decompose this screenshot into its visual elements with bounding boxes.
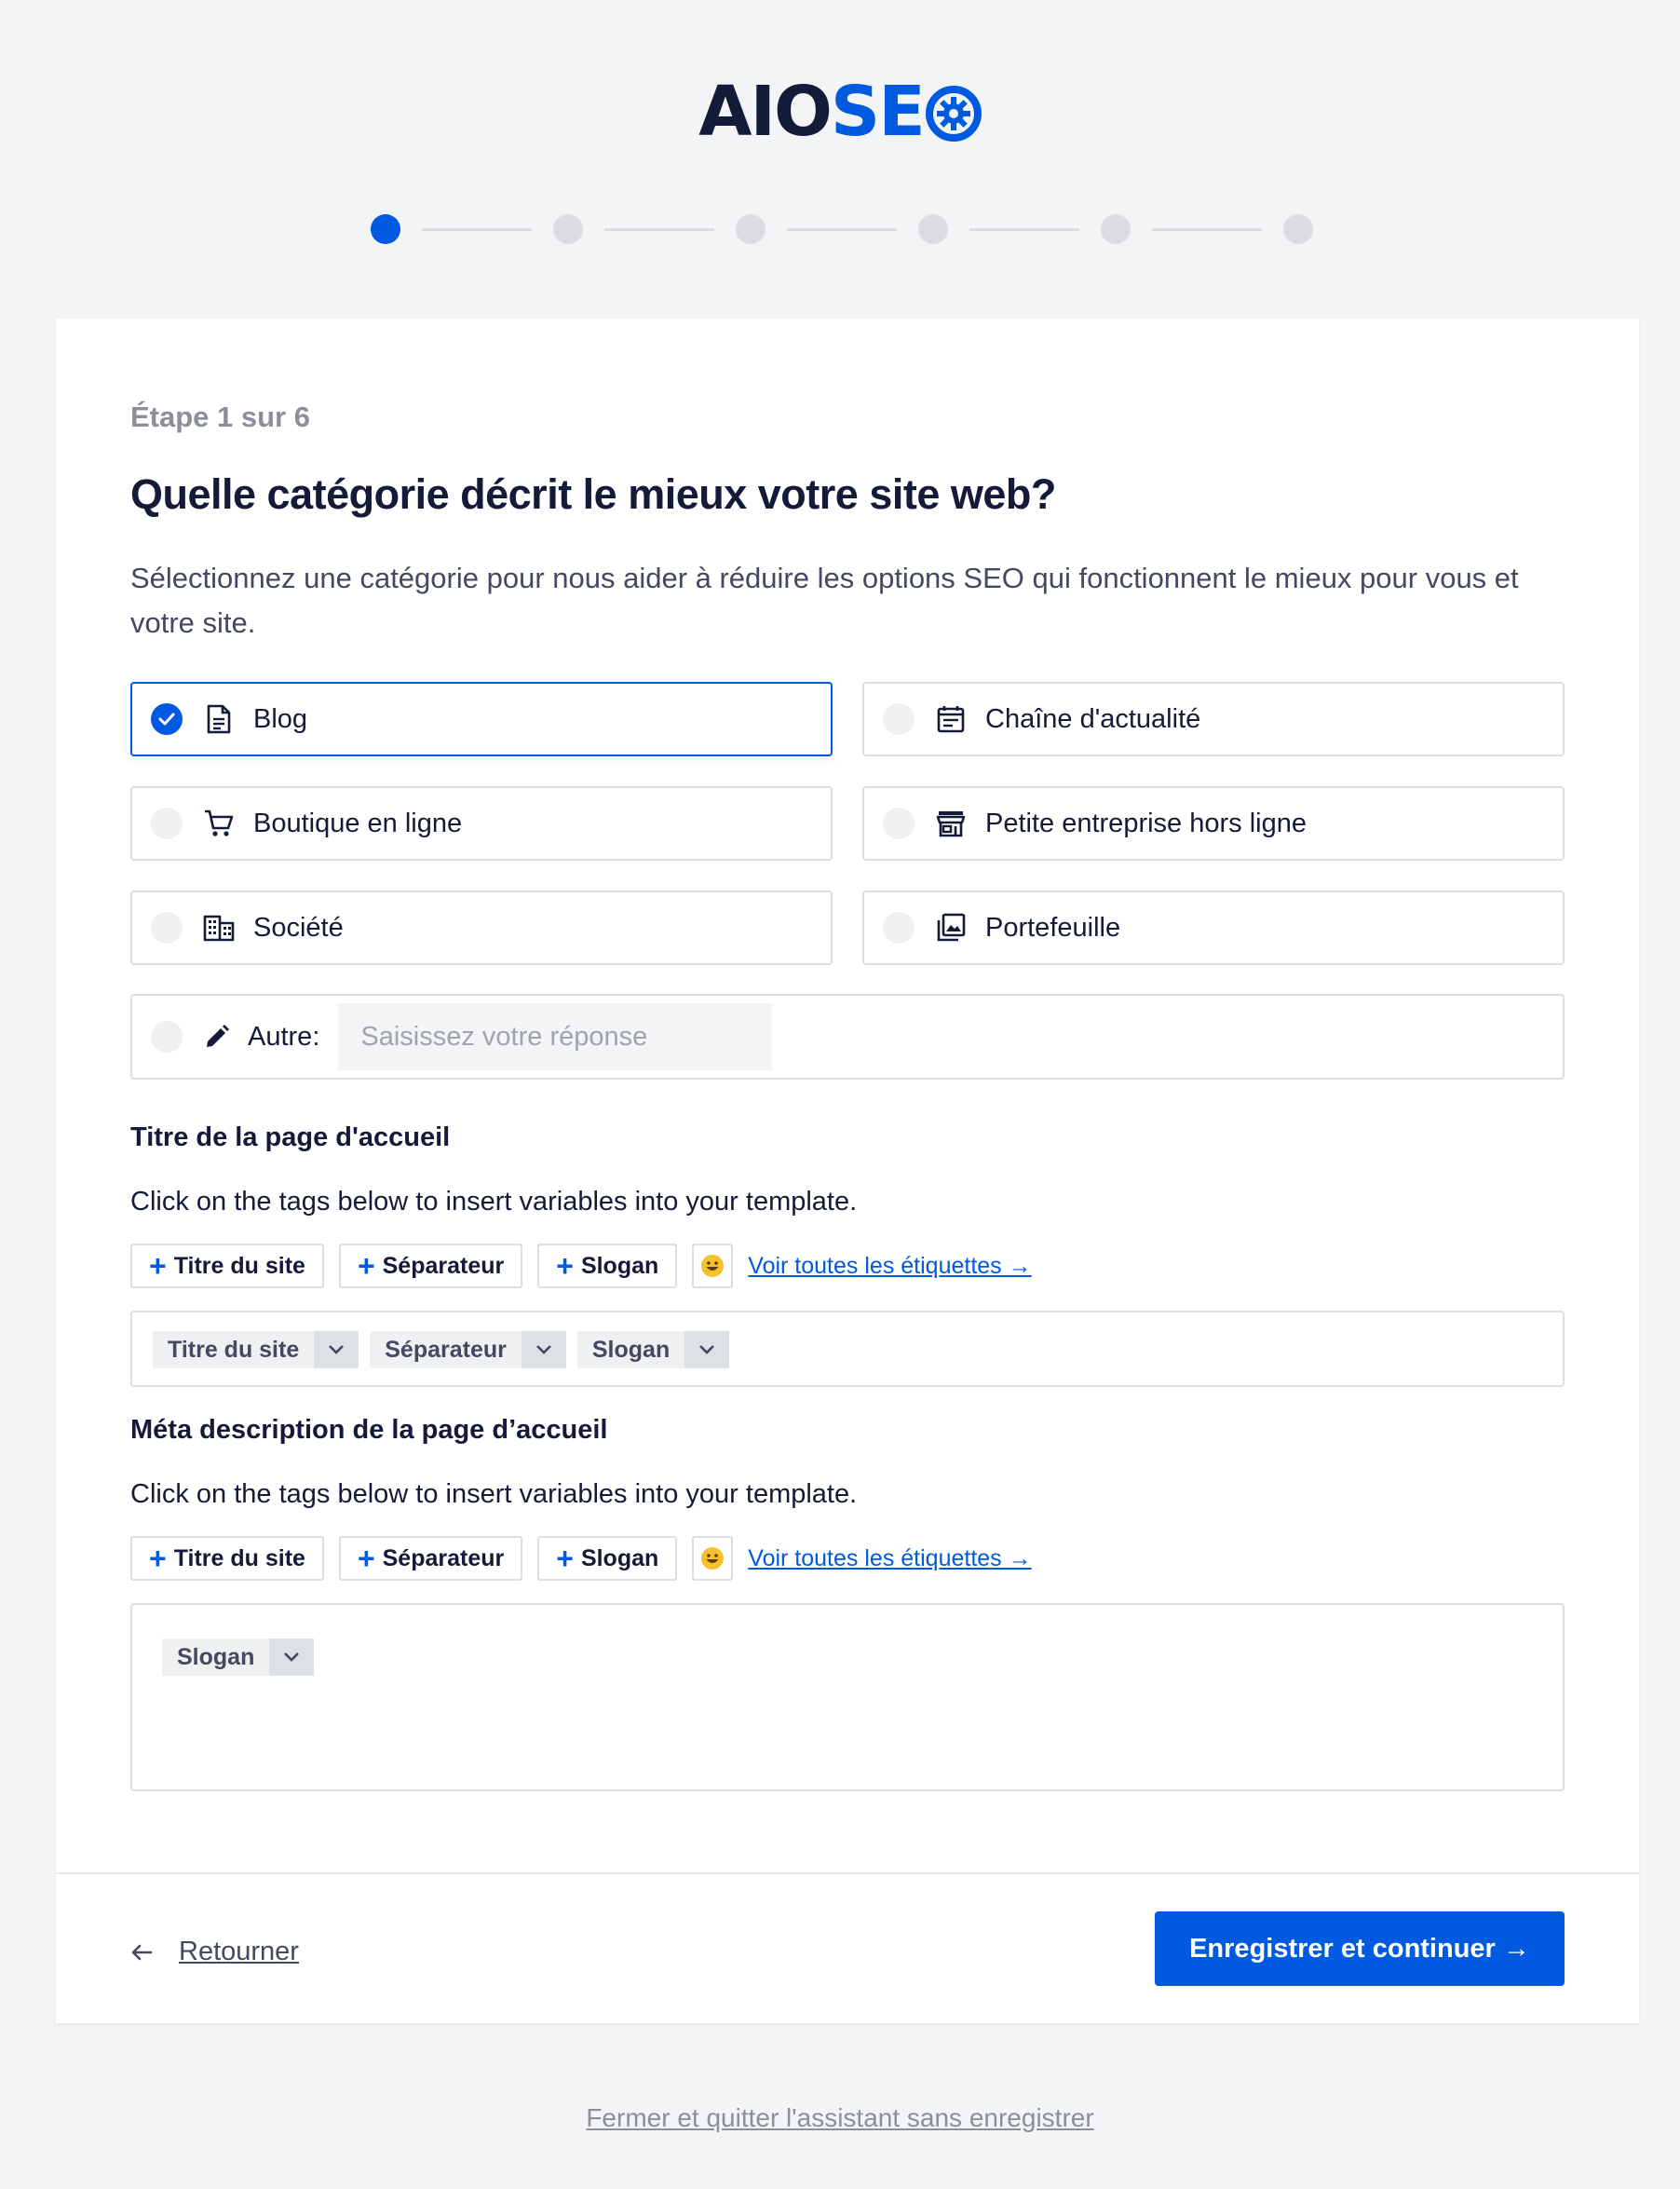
step-dot-3 — [736, 214, 765, 244]
category-option-company[interactable]: Société — [130, 891, 833, 965]
add-tag-separator-button[interactable]: + Séparateur — [338, 1536, 523, 1581]
check-icon — [158, 713, 175, 726]
newspaper-icon — [935, 703, 967, 735]
plus-icon: + — [556, 1249, 574, 1283]
back-label[interactable]: Retourner — [179, 1937, 299, 1967]
category-option-small-business[interactable]: Petite entreprise hors ligne — [862, 786, 1565, 861]
radio-unchecked[interactable] — [883, 808, 915, 839]
wizard-card: Étape 1 sur 6 Quelle catégorie décrit le… — [56, 319, 1639, 2023]
category-option-shop[interactable]: Boutique en ligne — [130, 786, 833, 861]
add-tag-tagline-button[interactable]: + Slogan — [537, 1244, 678, 1288]
logo-gear-icon — [925, 86, 982, 142]
save-and-continue-button[interactable]: Enregistrer et continuer → — [1155, 1911, 1565, 1986]
category-label: Chaîne d'actualité — [985, 703, 1201, 734]
homepage-title-tag-buttons: + Titre du site + Séparateur + Slogan Voir … — [130, 1244, 1032, 1288]
tag-chip-tagline[interactable]: Slogan — [162, 1638, 315, 1676]
category-label: Portefeuille — [985, 912, 1121, 943]
step-label: Étape 1 sur 6 — [130, 401, 310, 433]
add-tag-site-title-button[interactable]: + Titre du site — [130, 1244, 324, 1288]
step-progress — [371, 214, 1313, 244]
tag-chip-site-title[interactable]: Titre du site — [153, 1331, 359, 1368]
smiley-icon — [701, 1547, 725, 1570]
category-option-portfolio[interactable]: Portefeuille — [862, 891, 1565, 965]
radio-unchecked[interactable] — [151, 912, 183, 944]
aioseo-logo: AIO SE — [0, 75, 1680, 149]
cart-icon — [203, 808, 235, 839]
step-connector — [1152, 227, 1262, 231]
category-label: Société — [253, 912, 344, 943]
arrow-left-icon — [131, 1944, 153, 1960]
chevron-down-icon[interactable] — [684, 1331, 730, 1368]
plus-icon: + — [357, 1249, 375, 1283]
chevron-down-icon[interactable] — [314, 1331, 359, 1368]
gallery-icon — [935, 912, 967, 944]
category-option-blog[interactable]: Blog — [130, 682, 833, 756]
homepage-meta-tag-buttons: + Titre du site + Séparateur + Slogan Voir … — [130, 1536, 1032, 1581]
step-dot-6 — [1283, 214, 1313, 244]
step-dot-5 — [1101, 214, 1131, 244]
step-dot-1 — [371, 214, 400, 244]
page-title: Quelle catégorie décrit le mieux votre s… — [130, 470, 1056, 518]
pencil-icon — [201, 1021, 233, 1053]
step-connector — [787, 227, 897, 231]
add-tag-tagline-button[interactable]: + Slogan — [537, 1536, 678, 1581]
homepage-title-hint: Click on the tags below to insert variab… — [130, 1187, 858, 1217]
chevron-down-icon[interactable] — [521, 1331, 566, 1368]
radio-unchecked[interactable] — [151, 808, 183, 839]
radio-unchecked[interactable] — [151, 1021, 183, 1053]
step-connector — [604, 227, 714, 231]
emoji-picker-button[interactable] — [692, 1244, 734, 1288]
plus-icon: + — [556, 1542, 574, 1575]
tag-chip-separator[interactable]: Séparateur — [370, 1331, 566, 1368]
store-icon — [935, 808, 967, 839]
category-label: Blog — [253, 703, 308, 734]
smiley-icon — [701, 1255, 725, 1277]
homepage-meta-editor[interactable]: Slogan — [130, 1603, 1565, 1791]
other-answer-input[interactable] — [338, 1003, 773, 1070]
category-option-news[interactable]: Chaîne d'actualité — [862, 682, 1565, 756]
step-dot-2 — [553, 214, 583, 244]
close-wizard-container: Fermer et quitter l'assistant sans enreg… — [0, 2103, 1680, 2133]
back-link[interactable]: Retourner — [130, 1937, 299, 1967]
plus-icon: + — [149, 1542, 167, 1575]
step-connector — [969, 227, 1079, 231]
step-dot-4 — [918, 214, 948, 244]
homepage-title-editor[interactable]: Titre du site Séparateur Slogan — [130, 1311, 1565, 1387]
homepage-meta-heading: Méta description de la page d’accueil — [130, 1415, 608, 1445]
category-option-other[interactable]: Autre: — [130, 994, 1565, 1080]
footer-divider — [56, 1872, 1639, 1874]
add-tag-site-title-button[interactable]: + Titre du site — [130, 1536, 324, 1581]
radio-checked[interactable] — [151, 703, 183, 735]
plus-icon: + — [149, 1249, 167, 1283]
radio-unchecked[interactable] — [883, 703, 915, 735]
add-tag-separator-button[interactable]: + Séparateur — [338, 1244, 523, 1288]
tag-chip-tagline[interactable]: Slogan — [576, 1331, 730, 1368]
view-all-tags-link[interactable]: Voir toutes les étiquettes → — [748, 1253, 1031, 1280]
close-wizard-link[interactable]: Fermer et quitter l'assistant sans enreg… — [586, 2103, 1093, 2132]
homepage-meta-hint: Click on the tags below to insert variab… — [130, 1479, 858, 1509]
category-label: Petite entreprise hors ligne — [985, 808, 1307, 838]
step-connector — [422, 227, 532, 231]
plus-icon: + — [357, 1542, 375, 1575]
other-label: Autre: — [248, 1021, 320, 1052]
view-all-tags-link[interactable]: Voir toutes les étiquettes → — [748, 1545, 1031, 1572]
page-description: Sélectionnez une catégorie pour nous aid… — [130, 562, 1519, 639]
chevron-down-icon[interactable] — [269, 1638, 315, 1676]
document-icon — [203, 703, 235, 735]
homepage-title-chips: Titre du site Séparateur Slogan — [153, 1331, 740, 1368]
homepage-meta-chips: Slogan — [162, 1638, 325, 1676]
emoji-picker-button[interactable] — [692, 1536, 734, 1581]
logo-text-seo: SE — [831, 75, 982, 149]
logo-text-se: SE — [830, 72, 926, 152]
homepage-title-heading: Titre de la page d'accueil — [130, 1122, 451, 1152]
category-label: Boutique en ligne — [253, 808, 463, 838]
radio-unchecked[interactable] — [883, 912, 915, 944]
logo-text-aio: AIO — [698, 72, 833, 152]
building-icon — [203, 912, 235, 944]
